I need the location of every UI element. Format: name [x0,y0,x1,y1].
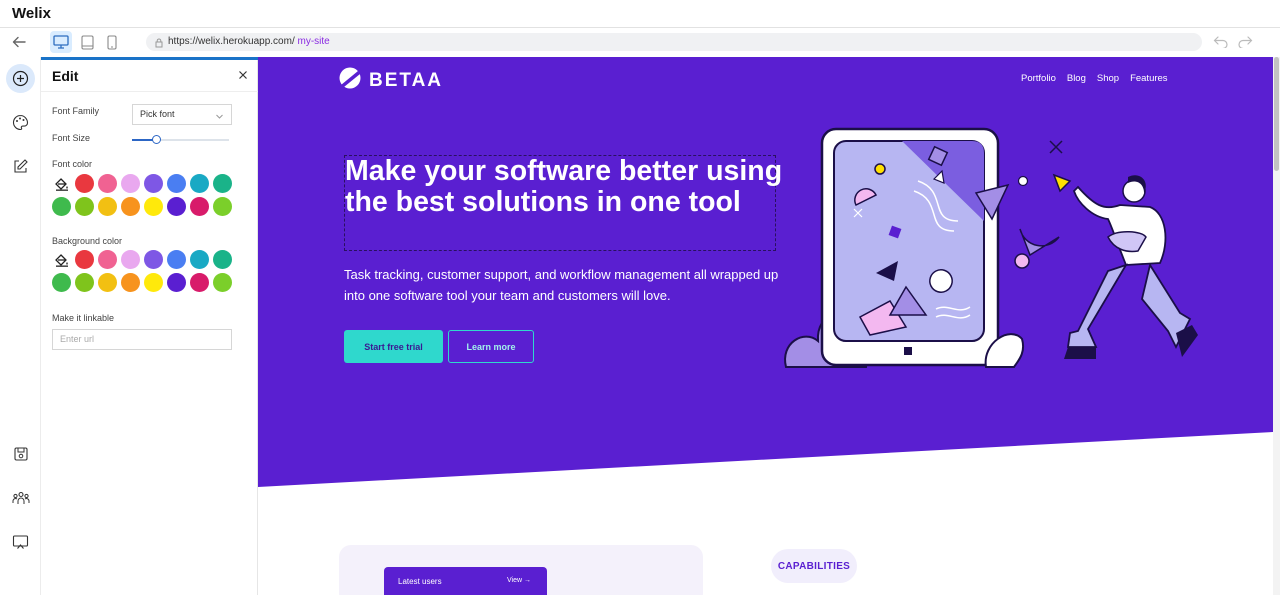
url-slug: my-site [294,36,330,47]
font-color-swatch[interactable] [52,197,71,216]
font-color-swatch[interactable] [213,174,232,193]
font-color-swatch[interactable] [75,174,94,193]
tablet-icon[interactable] [76,31,98,53]
font-color-swatch[interactable] [190,174,209,193]
desktop-icon[interactable] [50,31,72,53]
font-color-swatch[interactable] [121,174,140,193]
left-rail [0,57,41,595]
background-color-swatch[interactable] [144,250,163,269]
panel-accent-line [41,57,258,60]
betaa-logo-icon [339,65,361,96]
background-color-row-1 [52,250,237,273]
font-size-label: Font Size [52,133,91,143]
chevron-down-icon [215,109,224,128]
font-color-row-2 [52,197,237,220]
editor-toolbar: https://welix.herokuapp.com/ my-site [0,28,1280,57]
background-color-swatch[interactable] [121,250,140,269]
undo-icon[interactable] [1213,34,1229,53]
background-color-swatch[interactable] [75,273,94,292]
panel-title: Edit [52,68,79,84]
redo-icon[interactable] [1237,34,1253,53]
font-family-select[interactable]: Pick font [132,104,232,125]
close-icon[interactable] [237,68,249,80]
background-color-swatch[interactable] [167,273,186,292]
paint-bucket-icon[interactable] [52,174,71,193]
background-color-swatch[interactable] [75,250,94,269]
link-url-input[interactable]: Enter url [52,329,232,350]
background-color-swatch[interactable] [213,250,232,269]
start-free-trial-button[interactable]: Start free trial [344,330,443,363]
site-canvas: BETAA Portfolio Blog Shop Features Make … [258,57,1273,595]
background-color-swatch[interactable] [121,273,140,292]
font-color-swatch[interactable] [121,197,140,216]
arrow-right-icon: → [524,577,531,584]
nav-shop[interactable]: Shop [1097,73,1119,84]
app-title: Welix [12,5,51,22]
hero-illustration [778,121,1198,376]
lock-icon [155,37,163,55]
font-size-slider-thumb[interactable] [152,135,162,144]
background-color-row-2 [52,273,237,296]
save-icon[interactable] [6,439,35,468]
font-color-swatch[interactable] [167,197,186,216]
font-color-swatch[interactable] [144,197,163,216]
font-color-palette [52,174,237,220]
app-bar: Welix [0,0,1280,28]
background-color-swatch[interactable] [144,273,163,292]
site-nav: Portfolio Blog Shop Features [1021,73,1168,84]
font-color-swatch[interactable] [167,174,186,193]
url-base: https://welix.herokuapp.com/ [168,36,295,47]
learn-more-button[interactable]: Learn more [448,330,534,363]
font-family-value: Pick font [140,109,175,119]
font-color-swatch[interactable] [98,197,117,216]
view-link[interactable]: View → [507,577,531,584]
view-link-label: View [507,577,523,584]
background-color-swatch[interactable] [167,250,186,269]
back-icon[interactable] [10,33,30,51]
capabilities-badge: CAPABILITIES [771,549,857,583]
preview-icon[interactable] [6,527,35,556]
background-color-palette [52,250,237,296]
latest-users-card[interactable]: Latest users View → [384,567,547,595]
font-color-swatch[interactable] [213,197,232,216]
linkable-label: Make it linkable [52,313,115,323]
palette-icon[interactable] [6,108,35,137]
font-color-swatch[interactable] [98,174,117,193]
paint-bucket-icon[interactable] [52,250,71,269]
nav-portfolio[interactable]: Portfolio [1021,73,1056,84]
latest-users-title: Latest users [398,577,442,586]
background-color-swatch[interactable] [190,250,209,269]
users-icon[interactable] [6,483,35,512]
site-logo[interactable]: BETAA [339,65,443,96]
hero-subtitle[interactable]: Task tracking, customer support, and wor… [344,264,784,306]
hero-title[interactable]: Make your software better using the best… [345,156,785,218]
background-color-swatch[interactable] [213,273,232,292]
phone-icon[interactable] [101,31,123,53]
add-icon[interactable] [6,64,35,93]
font-color-swatch[interactable] [144,174,163,193]
font-color-label: Font color [52,159,93,169]
edit-icon[interactable] [6,152,35,181]
font-color-swatch[interactable] [190,197,209,216]
canvas-scrollbar[interactable] [1273,57,1280,595]
panel-divider [41,91,258,92]
background-color-swatch[interactable] [98,273,117,292]
font-size-slider[interactable] [132,135,229,144]
font-family-label: Font Family [52,106,100,116]
background-color-label: Background color [52,236,123,246]
nav-blog[interactable]: Blog [1067,73,1086,84]
background-color-swatch[interactable] [190,273,209,292]
nav-features[interactable]: Features [1130,73,1168,84]
brand-name: BETAA [369,69,444,91]
font-color-row-1 [52,174,237,197]
url-bar[interactable]: https://welix.herokuapp.com/ my-site [146,33,1202,51]
background-color-swatch[interactable] [98,250,117,269]
edit-panel: Edit Font Family Pick font Font Size Fon… [41,57,258,595]
background-color-swatch[interactable] [52,273,71,292]
font-color-swatch[interactable] [75,197,94,216]
scrollbar-thumb[interactable] [1274,57,1279,171]
